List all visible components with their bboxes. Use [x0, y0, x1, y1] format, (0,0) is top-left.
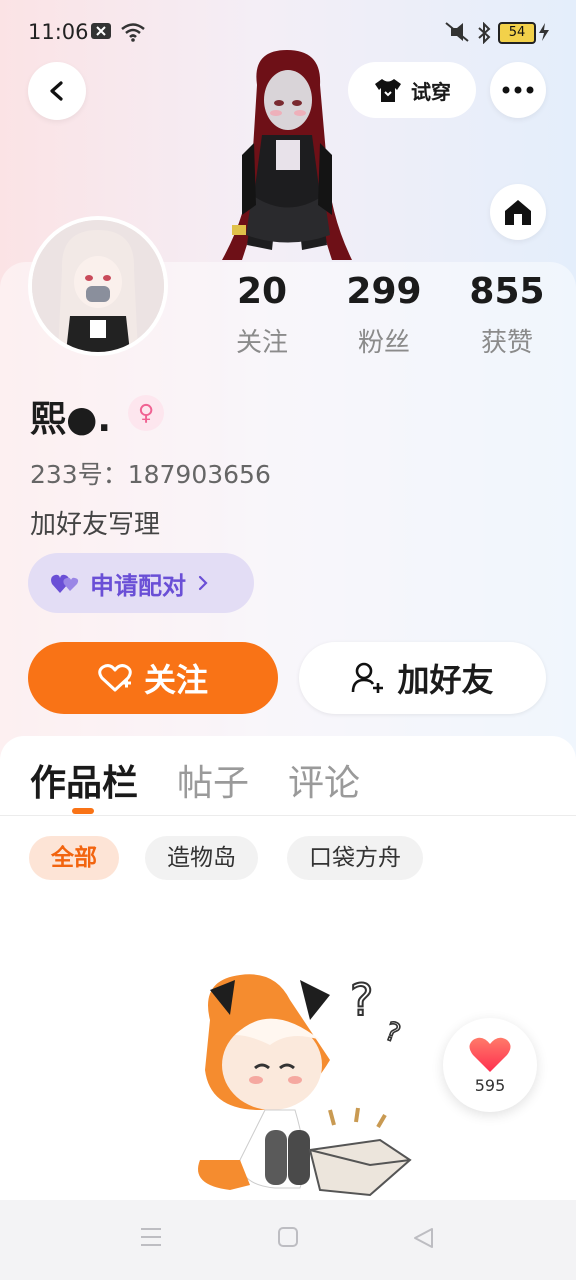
tab-posts[interactable]: 帖子: [177, 754, 249, 806]
following-count: 20: [236, 271, 288, 312]
signature: 加好友写理: [30, 510, 161, 540]
try-on-label: 试穿: [411, 79, 451, 104]
svg-text:?: ?: [381, 1017, 404, 1050]
system-navigation-bar: [0, 1200, 576, 1280]
home-nav-icon[interactable]: [277, 1226, 299, 1248]
add-user-icon: [352, 662, 384, 693]
follow-button[interactable]: 关注: [28, 642, 278, 714]
filter-creation-island[interactable]: 造物岛: [145, 836, 258, 880]
empty-state-illustration: ? ?: [198, 974, 412, 1197]
nickname: 熙●.: [30, 399, 112, 440]
stat-following[interactable]: 20 关注: [207, 270, 317, 359]
notification-icon: [91, 23, 111, 39]
heart-icon: [469, 1037, 511, 1072]
back-nav-icon[interactable]: [411, 1226, 435, 1250]
chevron-right-icon: [198, 575, 208, 591]
follow-label: 关注: [143, 661, 208, 699]
request-pair-label: 申请配对: [90, 571, 186, 600]
gender-female-icon: ♀: [128, 395, 164, 431]
followers-label: 粉丝: [357, 328, 410, 358]
tabs-divider: [0, 815, 576, 816]
stat-likes[interactable]: 855 获赞: [452, 270, 562, 359]
user-id: 233号：187903656: [30, 460, 271, 489]
request-pair-button[interactable]: 申请配对: [28, 553, 254, 613]
tab-works[interactable]: 作品栏: [30, 754, 138, 806]
try-on-button[interactable]: 试穿: [348, 62, 476, 118]
charging-icon: [539, 23, 549, 41]
profile-avatar[interactable]: [28, 216, 168, 356]
likes-label: 获赞: [480, 328, 533, 358]
add-friend-button[interactable]: 加好友: [299, 642, 546, 714]
floating-like-button[interactable]: 595: [443, 1018, 537, 1112]
filter-all[interactable]: 全部: [29, 836, 119, 880]
home-icon: [505, 200, 531, 225]
followers-count: 299: [346, 271, 422, 312]
bluetooth-icon: [478, 22, 491, 44]
shirt-icon: [375, 79, 401, 102]
filter-pocket-ark[interactable]: 口袋方舟: [287, 836, 423, 880]
menu-icon[interactable]: [139, 1226, 163, 1248]
more-dots-icon: [502, 86, 534, 94]
avatar-character-image: [222, 50, 352, 260]
avatar-illustration: [32, 220, 164, 352]
tab-comments[interactable]: 评论: [288, 754, 360, 806]
chevron-left-icon: [50, 81, 63, 101]
following-label: 关注: [235, 328, 288, 358]
wifi-icon: [121, 23, 145, 42]
mute-icon: [445, 22, 469, 42]
back-button[interactable]: [28, 62, 86, 120]
heart-plus-icon: [98, 664, 132, 692]
add-friend-label: 加好友: [397, 661, 494, 699]
likes-count: 855: [469, 271, 545, 312]
stat-followers[interactable]: 299 粉丝: [329, 270, 439, 359]
home-button[interactable]: [490, 184, 546, 240]
svg-text:?: ?: [350, 975, 373, 1026]
like-count: 595: [474, 1075, 506, 1095]
active-tab-indicator: [72, 808, 94, 814]
more-button[interactable]: [490, 62, 546, 118]
battery-indicator: 54: [498, 22, 536, 44]
status-time: 11:06: [28, 20, 89, 44]
double-heart-icon: [51, 574, 79, 593]
